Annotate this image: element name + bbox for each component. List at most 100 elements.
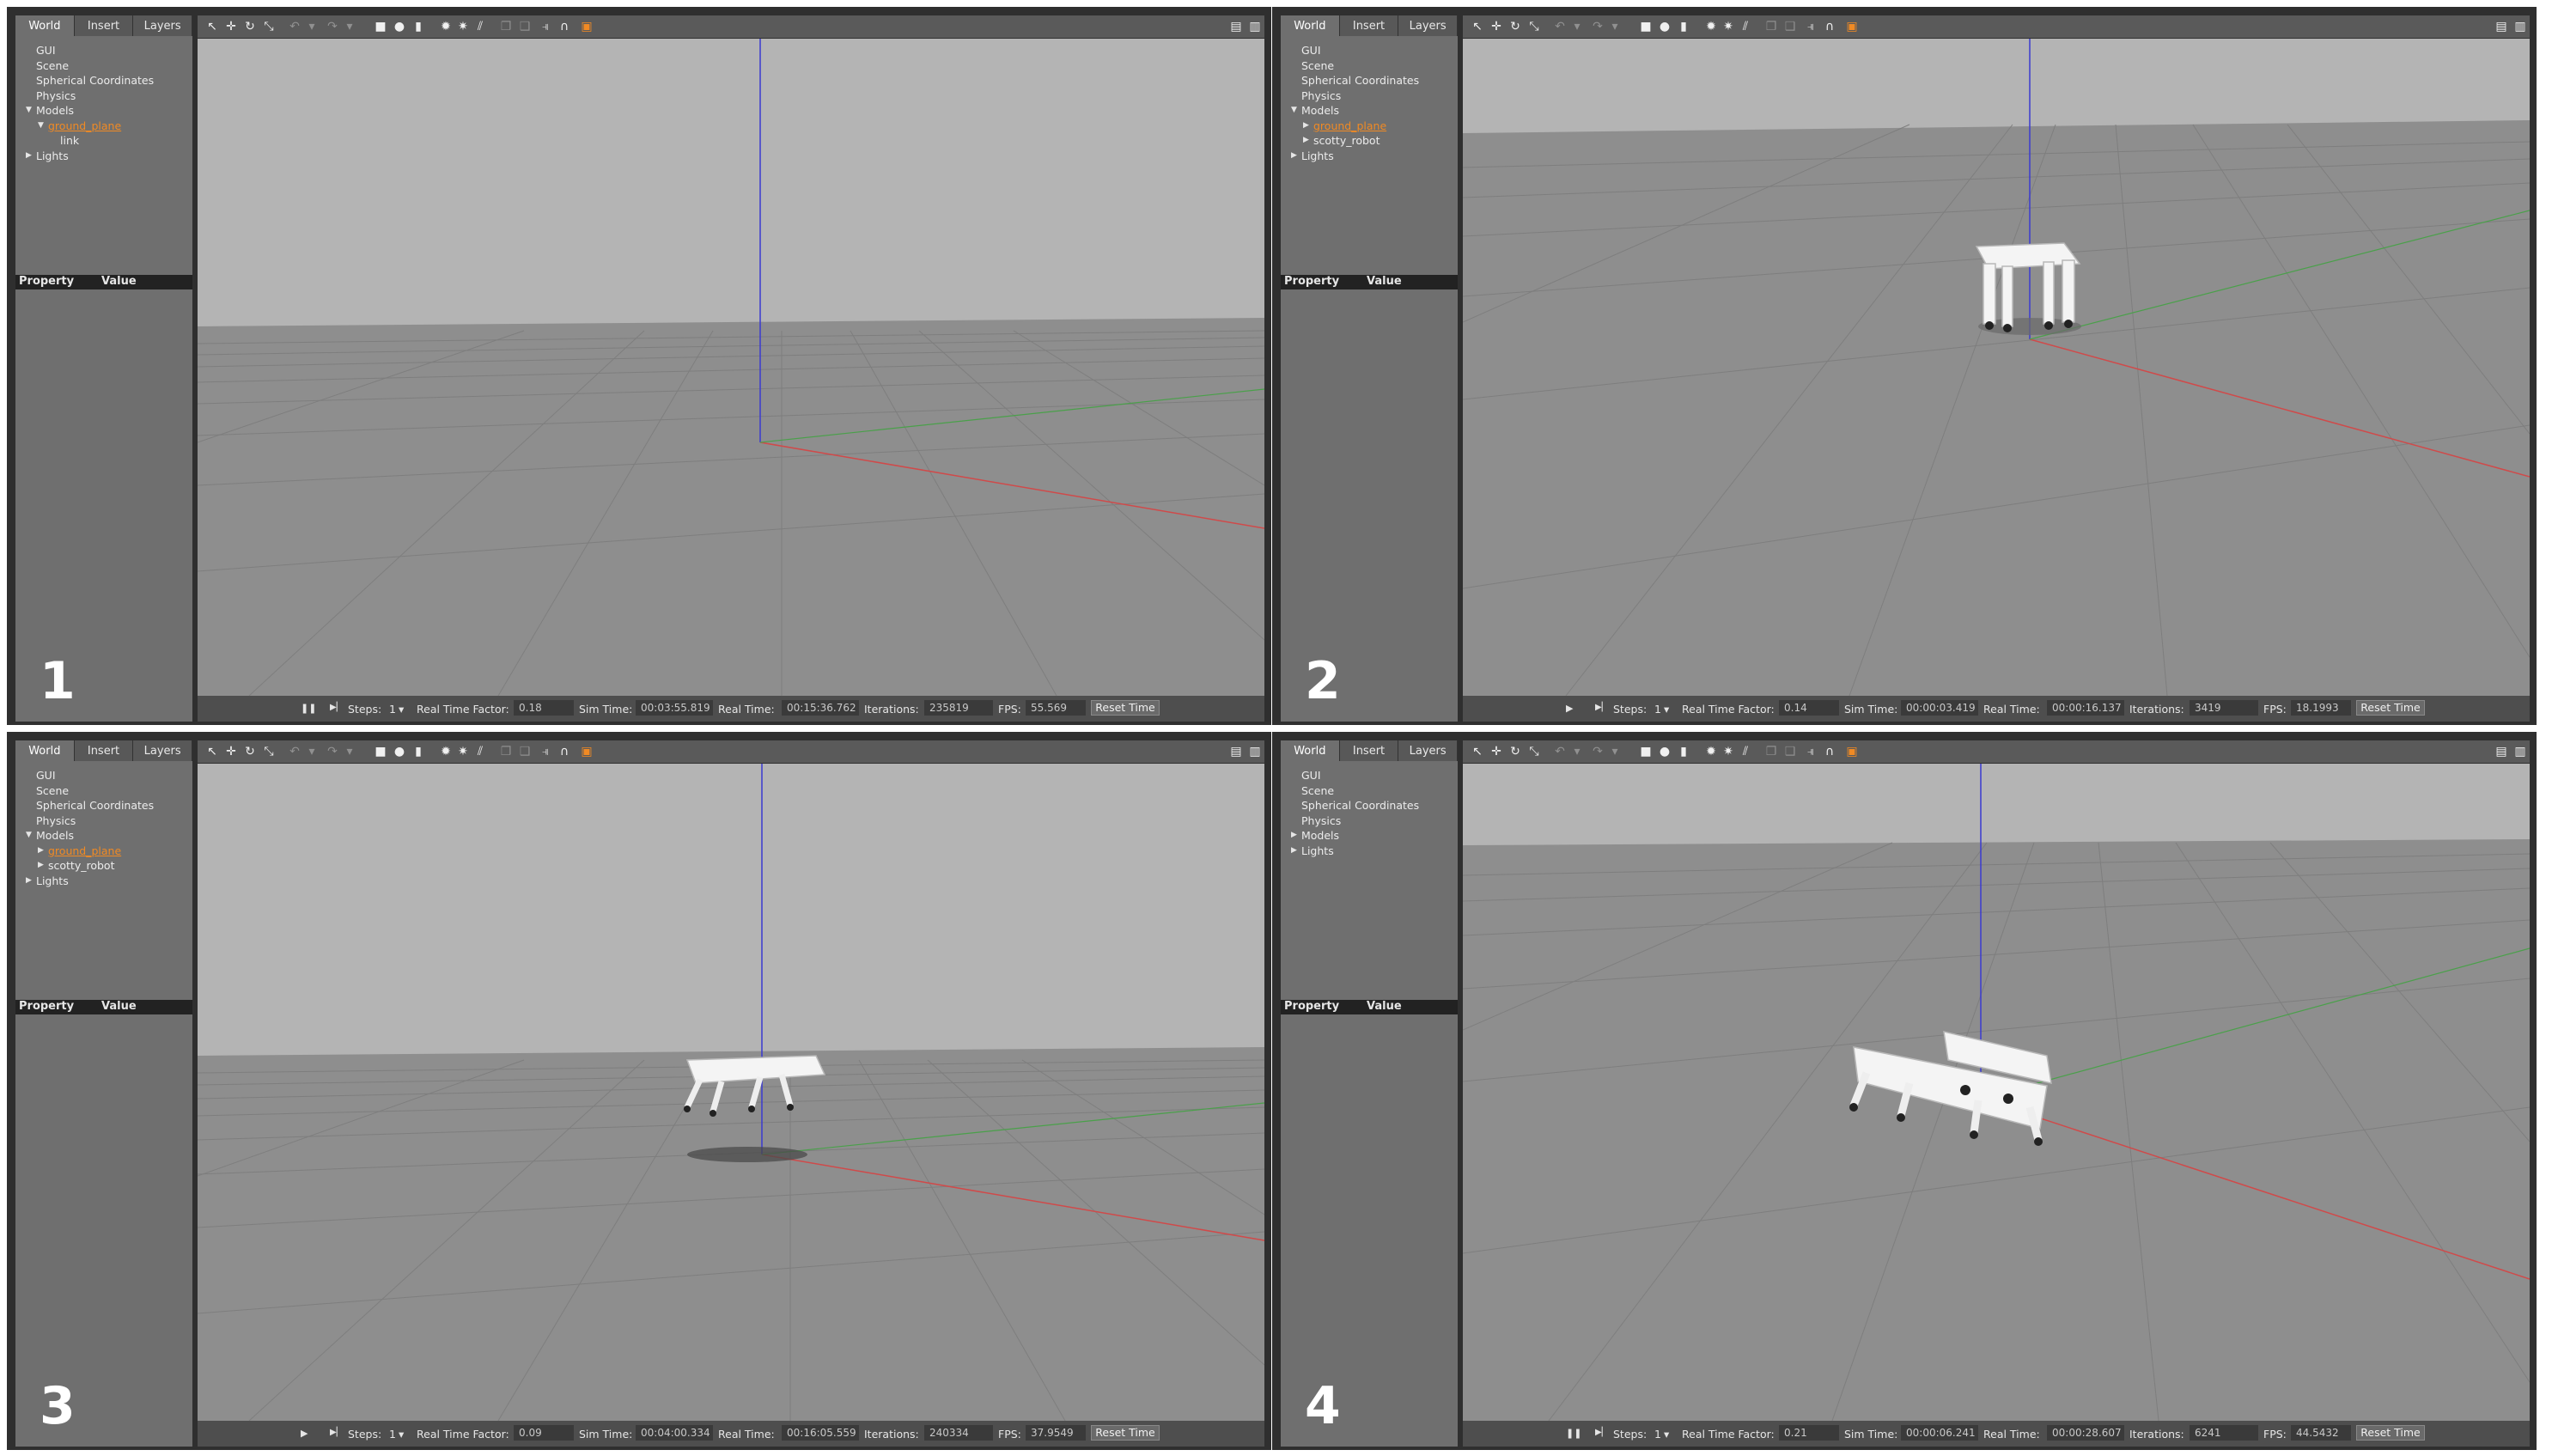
tree-item[interactable]: Physics: [1281, 88, 1458, 104]
steps-value[interactable]: 1: [1654, 1428, 1661, 1441]
record-icon[interactable]: ▥: [1247, 744, 1263, 759]
record-icon[interactable]: ▥: [2512, 744, 2528, 759]
expand-right-icon[interactable]: ▶: [1291, 149, 1297, 164]
record-icon[interactable]: ▥: [2512, 19, 2528, 34]
align-icon[interactable]: ⫣: [538, 744, 553, 759]
tree-item[interactable]: Physics: [15, 813, 192, 829]
tree-item[interactable]: ▶ ground_plane: [1281, 119, 1458, 134]
redo-icon[interactable]: ↷: [1590, 744, 1605, 759]
rotate-icon[interactable]: ↻: [1507, 19, 1523, 34]
steps-value[interactable]: 1: [389, 1428, 396, 1441]
tree-item[interactable]: ▶ ground_plane: [15, 844, 192, 859]
screenshot-icon[interactable]: ▤: [2494, 19, 2509, 34]
box-icon[interactable]: ■: [1638, 19, 1654, 34]
reset-time-button[interactable]: Reset Time: [1091, 1425, 1160, 1441]
play-icon[interactable]: ▶: [301, 1428, 308, 1439]
box-icon[interactable]: ■: [1638, 744, 1654, 759]
spot-light-icon[interactable]: ✷: [455, 19, 471, 34]
undo-icon[interactable]: ↶: [1552, 744, 1568, 759]
screenshot-icon[interactable]: ▤: [2494, 744, 2509, 759]
paste-icon[interactable]: ❑: [517, 744, 533, 759]
rotate-icon[interactable]: ↻: [242, 744, 258, 759]
tab-world[interactable]: World: [15, 15, 75, 36]
spot-light-icon[interactable]: ✷: [455, 744, 471, 759]
change-view-icon[interactable]: ▣: [579, 19, 594, 34]
change-view-icon[interactable]: ▣: [1844, 19, 1860, 34]
cylinder-icon[interactable]: ▮: [1676, 744, 1691, 759]
tree-item[interactable]: ▶ Lights: [15, 874, 192, 889]
expand-right-icon[interactable]: ▶: [1291, 828, 1297, 844]
spot-light-icon[interactable]: ✷: [1721, 744, 1736, 759]
tab-layers[interactable]: Layers: [133, 740, 193, 761]
paste-icon[interactable]: ❑: [1782, 744, 1798, 759]
tree-item[interactable]: Spherical Coordinates: [15, 798, 192, 813]
tab-world[interactable]: World: [1281, 740, 1340, 761]
tree-item[interactable]: ▼ Models: [15, 828, 192, 844]
tab-insert[interactable]: Insert: [1339, 15, 1399, 36]
tab-layers[interactable]: Layers: [133, 15, 193, 36]
tree-item[interactable]: ▼ ground_plane: [15, 119, 192, 134]
undo-icon[interactable]: ↶: [287, 19, 302, 34]
directional-light-icon[interactable]: ⫽: [1738, 19, 1753, 34]
expand-down-icon[interactable]: ▼: [26, 828, 32, 844]
translate-icon[interactable]: ✛: [1489, 744, 1504, 759]
tree-item[interactable]: Spherical Coordinates: [1281, 798, 1458, 813]
redo-icon[interactable]: ↷: [325, 744, 340, 759]
scale-icon[interactable]: ⤡: [1526, 744, 1542, 759]
steps-dropdown-icon[interactable]: ▾: [1664, 1428, 1669, 1441]
redo-icon[interactable]: ↷: [325, 19, 340, 34]
tree-item[interactable]: ▶ scotty_robot: [1281, 133, 1458, 149]
redo-dropdown-icon[interactable]: ▾: [1607, 19, 1623, 34]
step-icon[interactable]: ▶▏: [330, 1428, 343, 1437]
cylinder-icon[interactable]: ▮: [411, 744, 426, 759]
undo-dropdown-icon[interactable]: ▾: [1569, 744, 1585, 759]
paste-icon[interactable]: ❑: [517, 19, 533, 34]
snap-icon[interactable]: ∩: [1822, 744, 1837, 759]
cylinder-icon[interactable]: ▮: [1676, 19, 1691, 34]
steps-dropdown-icon[interactable]: ▾: [399, 703, 404, 716]
point-light-icon[interactable]: ✹: [1703, 744, 1719, 759]
directional-light-icon[interactable]: ⫽: [1738, 744, 1753, 759]
tree-item[interactable]: Scene: [1281, 783, 1458, 799]
copy-icon[interactable]: ❐: [1763, 19, 1779, 34]
tree-item[interactable]: Physics: [15, 88, 192, 104]
tree-item[interactable]: ▶ Lights: [1281, 844, 1458, 859]
undo-dropdown-icon[interactable]: ▾: [1569, 19, 1585, 34]
step-icon[interactable]: ▶▏: [1595, 1428, 1608, 1437]
3d-viewport[interactable]: [198, 764, 1264, 1421]
steps-value[interactable]: 1: [1654, 703, 1661, 716]
expand-right-icon[interactable]: ▶: [38, 858, 44, 874]
point-light-icon[interactable]: ✹: [438, 744, 454, 759]
3d-viewport[interactable]: [198, 39, 1264, 696]
expand-right-icon[interactable]: ▶: [26, 874, 32, 889]
copy-icon[interactable]: ❐: [498, 19, 514, 34]
expand-right-icon[interactable]: ▶: [26, 149, 32, 164]
redo-icon[interactable]: ↷: [1590, 19, 1605, 34]
tree-item[interactable]: Scene: [15, 783, 192, 799]
tree-item[interactable]: ▶ Models: [1281, 828, 1458, 844]
copy-icon[interactable]: ❐: [1763, 744, 1779, 759]
record-icon[interactable]: ▥: [1247, 19, 1263, 34]
directional-light-icon[interactable]: ⫽: [472, 744, 488, 759]
tree-item[interactable]: GUI: [15, 43, 192, 58]
step-icon[interactable]: ▶▏: [330, 703, 343, 712]
translate-icon[interactable]: ✛: [223, 744, 239, 759]
paste-icon[interactable]: ❑: [1782, 19, 1798, 34]
spot-light-icon[interactable]: ✷: [1721, 19, 1736, 34]
redo-dropdown-icon[interactable]: ▾: [342, 19, 357, 34]
snap-icon[interactable]: ∩: [557, 19, 572, 34]
tab-layers[interactable]: Layers: [1398, 740, 1459, 761]
select-arrow-icon[interactable]: ↖: [204, 19, 220, 34]
redo-dropdown-icon[interactable]: ▾: [1607, 744, 1623, 759]
steps-value[interactable]: 1: [389, 703, 396, 716]
play-icon[interactable]: ▶: [1566, 703, 1573, 714]
tree-item[interactable]: GUI: [15, 768, 192, 783]
expand-right-icon[interactable]: ▶: [1291, 844, 1297, 859]
rotate-icon[interactable]: ↻: [242, 19, 258, 34]
pause-icon[interactable]: ❚❚: [301, 703, 316, 714]
tab-insert[interactable]: Insert: [74, 15, 134, 36]
snap-icon[interactable]: ∩: [1822, 19, 1837, 34]
scale-icon[interactable]: ⤡: [261, 744, 277, 759]
scale-icon[interactable]: ⤡: [1526, 19, 1542, 34]
point-light-icon[interactable]: ✹: [438, 19, 454, 34]
